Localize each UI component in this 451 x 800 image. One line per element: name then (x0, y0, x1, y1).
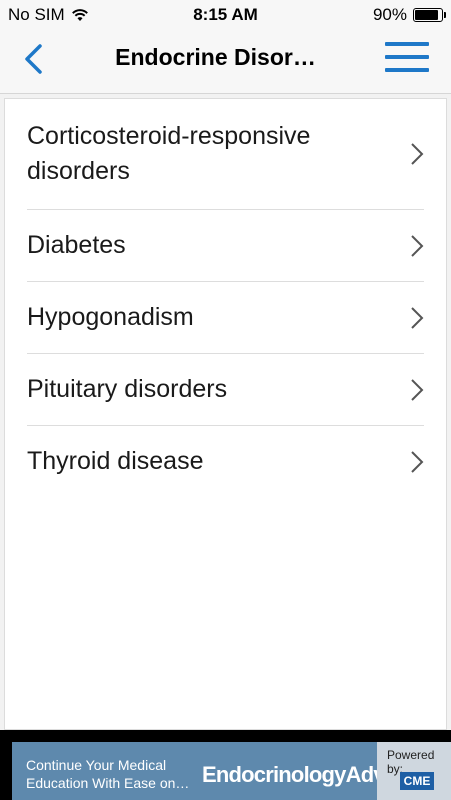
menu-button[interactable] (385, 42, 429, 76)
battery-level (415, 10, 438, 20)
list-item-diabetes[interactable]: Diabetes (27, 210, 424, 282)
ad-banner[interactable]: Continue Your Medical Education With Eas… (12, 742, 451, 800)
list-item-label: Diabetes (27, 231, 126, 259)
hamburger-menu-icon (385, 55, 429, 59)
chevron-right-icon (411, 450, 424, 473)
hamburger-menu-icon (385, 42, 429, 46)
hamburger-menu-icon (385, 68, 429, 72)
chevron-right-icon (411, 143, 424, 165)
back-button[interactable] (18, 42, 52, 76)
cme-logo: CME (400, 772, 434, 790)
list-item-pituitary-disorders[interactable]: Pituitary disorders (27, 354, 424, 426)
list-item-label: Thyroid disease (27, 447, 204, 475)
list-item-label: Corticosteroid-responsive disorders (27, 122, 311, 185)
content-area: Corticosteroid-responsive disorders Diab… (0, 94, 451, 730)
list-item-hypogonadism[interactable]: Hypogonadism (27, 282, 424, 354)
battery-percent: 90% (372, 5, 407, 24)
status-right: 90% (372, 5, 446, 25)
page-title: Endocrine Disor… (115, 44, 316, 70)
ad-bar: Continue Your Medical Education With Eas… (0, 730, 451, 800)
list-item-thyroid-disease[interactable]: Thyroid disease (27, 426, 424, 497)
list-item-label: Hypogonadism (27, 303, 194, 331)
chevron-right-icon (411, 234, 424, 257)
list-item-corticosteroid-responsive-disorders[interactable]: Corticosteroid-responsive disorders (27, 99, 424, 210)
chevron-left-icon (25, 44, 42, 74)
ad-powered-box: Powered by: CME (377, 742, 451, 800)
chevron-right-icon (411, 378, 424, 401)
list-item-label: Pituitary disorders (27, 375, 228, 403)
ad-tagline: Continue Your Medical Education With Eas… (26, 757, 190, 791)
chevron-right-icon (411, 306, 424, 329)
status-bar: No SIM 8:15 AM 90% (0, 0, 451, 30)
navigation-bar: Endocrine Disor… (0, 30, 451, 94)
category-list: Corticosteroid-responsive disorders Diab… (4, 98, 447, 730)
battery-icon (413, 8, 446, 22)
